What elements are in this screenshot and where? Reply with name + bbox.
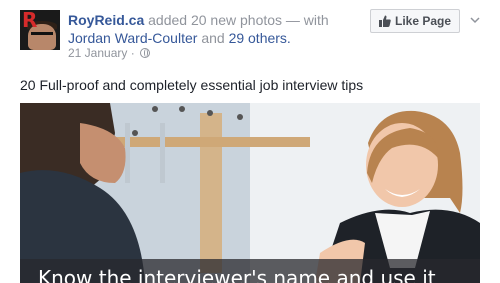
chevron-down-icon[interactable] [469, 14, 481, 26]
post-meta: 21 January · [68, 46, 151, 60]
with-separator: — with [285, 12, 329, 28]
page-avatar[interactable]: R [20, 10, 60, 50]
date-separator: · [130, 46, 135, 60]
author-name[interactable]: RoyReid.ca [68, 12, 144, 28]
post-header: RoyReid.ca added 20 new photos — with Jo… [68, 11, 363, 47]
globe-icon [140, 48, 151, 58]
photo-caption: Know the interviewer's name and use it [38, 266, 436, 283]
post-photo[interactable]: Know the interviewer's name and use it [20, 103, 480, 283]
like-page-label: Like Page [394, 14, 452, 28]
post-date[interactable]: 21 January [68, 46, 127, 60]
and-text: and [201, 30, 225, 46]
like-page-button[interactable]: Like Page [370, 9, 460, 33]
tagged-person[interactable]: Jordan Ward-Coulter [68, 30, 197, 46]
tagged-others[interactable]: 29 others. [229, 30, 291, 46]
avatar-glasses [31, 32, 53, 37]
photo-scene [20, 103, 480, 283]
post-action: added 20 new photos [148, 12, 283, 28]
post-text: 20 Full-proof and completely essential j… [20, 77, 364, 93]
thumbs-up-icon [378, 15, 391, 27]
page-logo: R [22, 10, 38, 32]
